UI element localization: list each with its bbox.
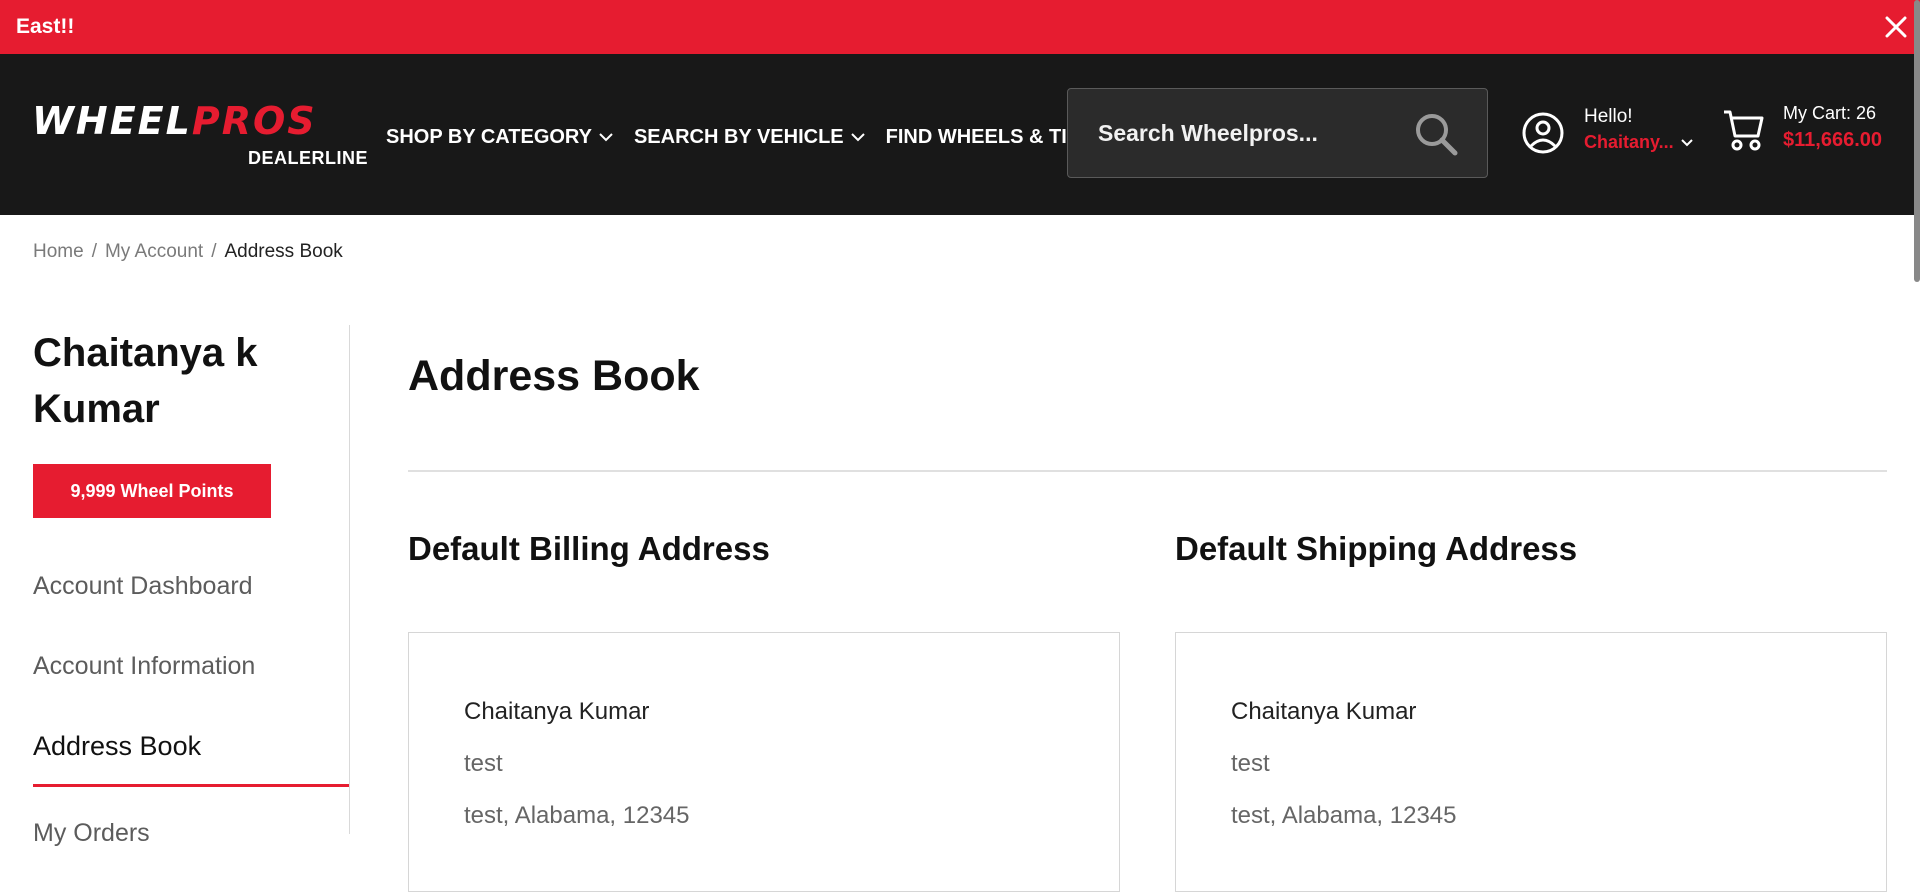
chevron-down-icon [599, 133, 613, 142]
page-title: Address Book [408, 352, 700, 400]
shipping-name: Chaitanya Kumar [1231, 698, 1417, 725]
shipping-city-state-zip: test, Alabama, 12345 [1231, 802, 1457, 829]
page-scrollbar[interactable] [1914, 0, 1920, 282]
search-icon[interactable] [1413, 111, 1459, 162]
announcement-text: East!! [16, 15, 75, 38]
sidebar-item-account-information[interactable]: Account Information [33, 652, 255, 681]
breadcrumb-separator: / [91, 241, 97, 262]
wheelpros-logo[interactable]: WHEELPROS DEALERLINE [32, 102, 368, 182]
nav-shop-by-category[interactable]: SHOP BY CATEGORY [386, 126, 614, 149]
logo-pros-text: PROS [191, 99, 317, 143]
logo-wheel-text: WHEEL [32, 99, 192, 143]
user-greeting: Hello! [1584, 106, 1633, 127]
sidebar-item-account-dashboard[interactable]: Account Dashboard [33, 572, 253, 601]
user-name: Chaitany... [1584, 132, 1674, 152]
chevron-down-icon [850, 133, 865, 142]
user-menu-toggle[interactable]: Chaitany... [1584, 132, 1694, 153]
billing-name: Chaitanya Kumar [464, 698, 650, 725]
nav-label: SEARCH BY VEHICLE [633, 125, 844, 148]
site-header: WHEELPROS DEALERLINE SHOP BY CATEGORY SE… [0, 54, 1920, 215]
billing-address-heading: Default Billing Address [408, 530, 770, 567]
billing-address-card: Chaitanya Kumar test test, Alabama, 1234… [408, 632, 1120, 892]
cart-total[interactable]: $11,666.00 [1783, 129, 1882, 152]
breadcrumb-home[interactable]: Home [33, 241, 84, 263]
shipping-address-heading: Default Shipping Address [1175, 530, 1578, 567]
user-icon[interactable] [1522, 112, 1564, 159]
logo-dealerline-text: DEALERLINE [247, 148, 368, 168]
close-icon[interactable] [1882, 13, 1910, 41]
breadcrumb-separator: / [211, 241, 217, 262]
breadcrumb-my-account[interactable]: My Account [105, 241, 203, 263]
main-nav: SHOP BY CATEGORY SEARCH BY VEHICLE FIND … [386, 122, 1108, 152]
shipping-street: test [1231, 750, 1270, 777]
search-box [1067, 88, 1488, 178]
wheel-points-button[interactable]: 9,999 Wheel Points [33, 464, 271, 518]
account-sidebar: Chaitanya k Kumar 9,999 Wheel Points Acc… [0, 325, 350, 847]
account-holder-name: Chaitanya k Kumar [33, 331, 258, 431]
cart-count[interactable]: My Cart: 26 [1783, 103, 1876, 124]
chevron-down-icon [1680, 138, 1693, 146]
nav-search-by-vehicle[interactable]: SEARCH BY VEHICLE [634, 126, 866, 149]
shipping-address-card: Chaitanya Kumar test test, Alabama, 1234… [1175, 632, 1887, 892]
breadcrumb: Home / My Account / Address Book [33, 241, 343, 263]
sidebar-item-address-book[interactable]: Address Book [33, 731, 349, 787]
breadcrumb-current: Address Book [224, 241, 343, 262]
billing-city-state-zip: test, Alabama, 12345 [464, 802, 690, 829]
nav-label: SHOP BY CATEGORY [386, 125, 592, 148]
search-input[interactable] [1098, 109, 1388, 157]
announcement-bar: East!! [0, 0, 1920, 54]
cart-icon[interactable] [1722, 108, 1764, 157]
billing-street: test [464, 750, 503, 777]
title-divider [408, 470, 1887, 472]
